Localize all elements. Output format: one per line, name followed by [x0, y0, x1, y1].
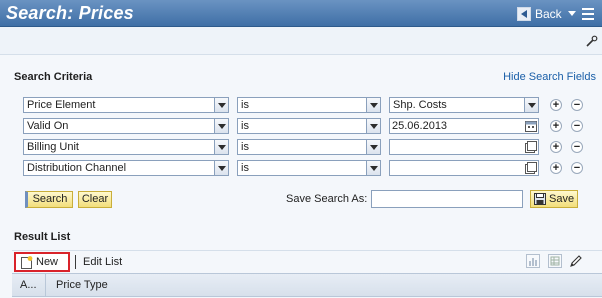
criteria-field-select[interactable]: Billing Unit [23, 139, 229, 155]
chevron-down-icon[interactable] [366, 140, 380, 154]
pencil-icon[interactable] [569, 254, 583, 268]
criteria-field-select[interactable]: Valid On [23, 118, 229, 134]
chart-icon[interactable] [526, 254, 540, 268]
save-label: Save [549, 193, 575, 205]
criteria-value-text: Shp. Costs [393, 99, 447, 111]
menu-icon[interactable] [581, 7, 594, 20]
chevron-down-icon[interactable] [567, 11, 576, 16]
calendar-icon[interactable] [525, 120, 537, 132]
chevron-down-icon[interactable] [524, 98, 538, 112]
result-list-title: Result List [14, 231, 71, 243]
criteria-field-value: Price Element [27, 99, 96, 111]
criteria-operator-value: is [241, 141, 249, 153]
hide-search-fields-link[interactable]: Hide Search Fields [503, 71, 596, 83]
save-search-input[interactable] [371, 190, 523, 208]
criteria-operator-select[interactable]: is [237, 139, 381, 155]
chevron-down-icon[interactable] [366, 119, 380, 133]
value-help-icon[interactable] [525, 162, 537, 174]
criteria-field-value: Billing Unit [27, 141, 79, 153]
criteria-field-value: Distribution Channel [27, 162, 127, 174]
save-search-label: Save Search As: [286, 193, 368, 205]
criteria-field-value: Valid On [27, 120, 69, 132]
new-button[interactable]: New [14, 252, 70, 272]
chevron-down-icon[interactable] [214, 140, 228, 154]
chevron-down-icon[interactable] [366, 98, 380, 112]
floppy-disk-icon [534, 193, 546, 205]
chevron-down-icon[interactable] [214, 119, 228, 133]
new-label: New [36, 256, 59, 268]
remove-row-button[interactable]: − [571, 99, 583, 111]
back-label: Back [535, 6, 562, 21]
add-row-button[interactable]: + [550, 141, 562, 153]
new-document-icon [21, 255, 33, 269]
back-button[interactable]: Back [517, 5, 594, 22]
back-arrow-icon [517, 6, 531, 21]
page-toolbar [0, 27, 602, 55]
toolbar-separator [75, 255, 76, 269]
clear-button[interactable]: Clear [78, 191, 112, 208]
edit-list-button[interactable]: Edit List [83, 256, 122, 268]
criteria-operator-select[interactable]: is [237, 97, 381, 113]
billing-unit-input[interactable] [389, 139, 539, 155]
distribution-channel-input[interactable] [389, 160, 539, 176]
page-header: Search: Prices Back [0, 0, 602, 27]
criteria-field-select[interactable]: Distribution Channel [23, 160, 229, 176]
criteria-field-select[interactable]: Price Element [23, 97, 229, 113]
remove-row-button[interactable]: − [571, 141, 583, 153]
criteria-operator-select[interactable]: is [237, 118, 381, 134]
save-button[interactable]: Save [530, 190, 578, 208]
personalize-icon[interactable] [586, 35, 598, 47]
criteria-operator-select[interactable]: is [237, 160, 381, 176]
criteria-value-text: 25.06.2013 [392, 120, 448, 132]
add-row-button[interactable]: + [550, 99, 562, 111]
add-row-button[interactable]: + [550, 120, 562, 132]
page-title: Search: Prices [6, 3, 134, 23]
column-header-price-type[interactable]: Price Type [56, 279, 108, 291]
add-row-button[interactable]: + [550, 162, 562, 174]
criteria-value-select[interactable]: Shp. Costs [389, 97, 539, 113]
criteria-operator-value: is [241, 120, 249, 132]
chevron-down-icon[interactable] [366, 161, 380, 175]
column-header-actions[interactable]: A... [20, 279, 37, 291]
export-icon[interactable] [548, 254, 562, 268]
valid-on-date-input[interactable]: 25.06.2013 [389, 118, 539, 134]
value-help-icon[interactable] [525, 141, 537, 153]
column-divider [45, 274, 46, 296]
criteria-operator-value: is [241, 99, 249, 111]
search-criteria-title: Search Criteria [14, 71, 93, 83]
remove-row-button[interactable]: − [571, 162, 583, 174]
criteria-operator-value: is [241, 162, 249, 174]
remove-row-button[interactable]: − [571, 120, 583, 132]
chevron-down-icon[interactable] [214, 98, 228, 112]
chevron-down-icon[interactable] [214, 161, 228, 175]
search-button[interactable]: Search [25, 191, 73, 208]
